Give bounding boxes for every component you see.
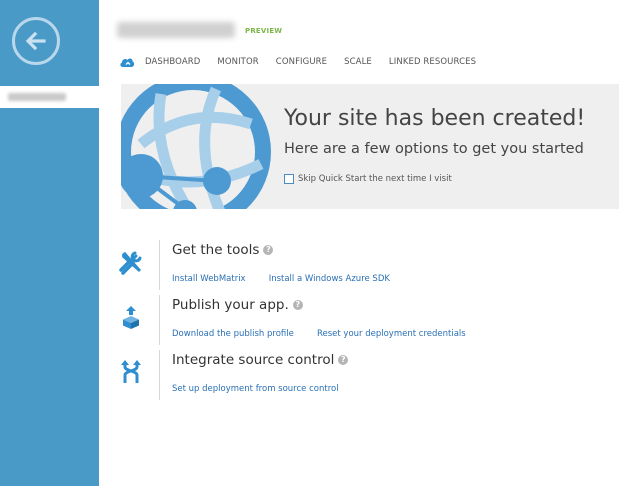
reset-deployment-credentials-link[interactable]: Reset your deployment credentials (317, 329, 466, 339)
option-divider (159, 240, 160, 290)
option-title: Publish your app.? (172, 297, 303, 313)
option-title: Get the tools? (172, 242, 274, 258)
option-title-text: Get the tools (172, 242, 260, 258)
option-publish-app: Publish your app.? Download the publish … (117, 295, 537, 345)
setup-source-control-deployment-link[interactable]: Set up deployment from source control (172, 384, 339, 394)
tab-linked-resources[interactable]: LINKED RESOURCES (389, 57, 476, 67)
back-button[interactable] (12, 17, 60, 65)
option-links: Set up deployment from source control (172, 376, 357, 395)
tab-monitor[interactable]: MONITOR (217, 57, 258, 67)
top-nav: DASHBOARD MONITOR CONFIGURE SCALE LINKED… (119, 55, 493, 69)
site-name-redacted (117, 22, 235, 38)
option-source-control: Integrate source control? Set up deploym… (117, 350, 537, 400)
option-divider (159, 350, 160, 400)
option-get-tools: Get the tools? Install WebMatrix Install… (117, 240, 537, 290)
option-links: Download the publish profile Reset your … (172, 321, 484, 340)
tab-configure[interactable]: CONFIGURE (276, 57, 327, 67)
install-azure-sdk-link[interactable]: Install a Windows Azure SDK (269, 274, 390, 284)
globe-network-icon (121, 84, 271, 209)
skip-quick-start-checkbox[interactable] (284, 174, 294, 184)
skip-quick-start-label[interactable]: Skip Quick Start the next time I visit (298, 174, 452, 184)
option-title: Integrate source control? (172, 352, 349, 368)
banner-title: Your site has been created! (284, 106, 586, 131)
sidebar-item-selected[interactable] (0, 86, 99, 108)
tab-scale[interactable]: SCALE (344, 57, 372, 67)
help-icon[interactable]: ? (338, 355, 349, 365)
banner-subtitle: Here are a few options to get you starte… (284, 141, 584, 157)
help-icon[interactable]: ? (263, 245, 274, 255)
install-webmatrix-link[interactable]: Install WebMatrix (172, 274, 246, 284)
option-links: Install WebMatrix Install a Windows Azur… (172, 266, 408, 285)
help-icon[interactable]: ? (292, 300, 303, 310)
skip-quick-start-row: Skip Quick Start the next time I visit (284, 174, 452, 184)
option-title-text: Integrate source control (172, 352, 335, 368)
quick-start-banner: Your site has been created! Here are a f… (121, 84, 619, 209)
option-title-text: Publish your app. (172, 297, 289, 313)
sidebar-item-label-redacted (8, 93, 66, 101)
tools-icon (117, 248, 145, 276)
publish-icon (117, 303, 145, 331)
sidebar (0, 0, 99, 486)
preview-badge: PREVIEW (245, 27, 283, 35)
source-control-icon (117, 358, 145, 386)
tab-dashboard[interactable]: DASHBOARD (145, 57, 200, 67)
back-arrow-icon (25, 31, 46, 51)
option-divider (159, 295, 160, 345)
quick-start-cloud-icon[interactable] (119, 56, 135, 68)
download-publish-profile-link[interactable]: Download the publish profile (172, 329, 294, 339)
